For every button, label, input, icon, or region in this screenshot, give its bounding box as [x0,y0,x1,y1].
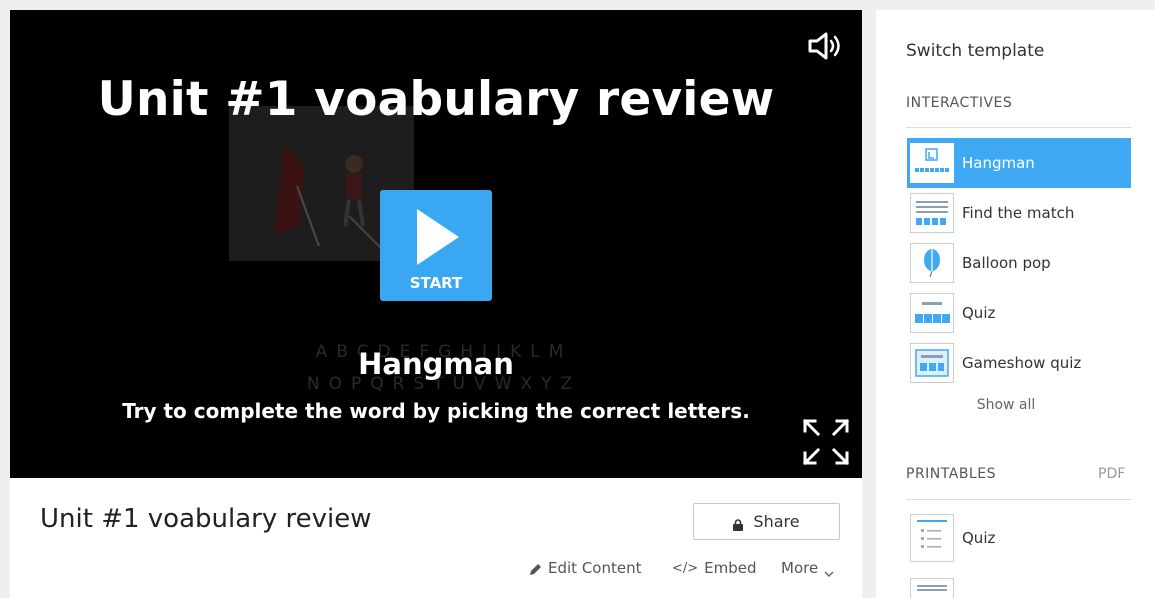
switch-template-title: Switch template [906,41,1045,61]
template-item-balloon-pop[interactable]: Balloon pop [907,238,1131,288]
template-label: Balloon pop [962,254,1051,272]
quiz-printable-icon [910,514,954,562]
find-the-match-icon [910,193,954,233]
code-icon: </> [672,560,699,576]
divider [906,127,1131,128]
template-label: Find the match [962,204,1075,222]
start-button[interactable]: START [380,190,492,301]
template-sidebar: Switch template INTERACTIVES Hangman Fin… [876,10,1155,598]
start-label: START [409,274,463,292]
lock-icon [733,516,744,531]
printable-item-partial[interactable] [910,578,954,598]
more-label: More [781,559,819,577]
template-item-gameshow-quiz[interactable]: Gameshow quiz [907,338,1131,388]
gameshow-icon [910,343,954,383]
play-icon [417,209,459,265]
pdf-label: PDF [1098,466,1126,482]
hangman-icon [910,143,954,183]
template-label: Gameshow quiz [962,354,1082,372]
game-player[interactable]: Unit #1 voabulary review START ABCDEFGHI… [10,10,862,478]
activity-info: Unit #1 voabulary review Share Edit Cont… [10,478,862,598]
embed-link[interactable]: </> Embed [672,559,757,577]
template-name: Hangman [358,347,514,381]
template-item-quiz[interactable]: Quiz [907,288,1131,338]
template-item-hangman[interactable]: Hangman [907,138,1131,188]
speaker-icon[interactable] [806,31,846,61]
interactives-header: INTERACTIVES [906,95,1013,111]
edit-content-link[interactable]: Edit Content [529,559,641,577]
wordsearch-printable-icon [910,578,954,598]
fullscreen-icon[interactable] [802,418,850,466]
show-all-link[interactable]: Show all [956,397,1056,413]
activity-title: Unit #1 voabulary review [40,504,372,534]
template-item-find-the-match[interactable]: Find the match [907,188,1131,238]
template-label: Quiz [962,304,996,322]
printables-header: PRINTABLES [906,466,996,482]
more-dropdown[interactable]: More [781,559,834,578]
balloon-icon [910,243,954,283]
game-title: Unit #1 voabulary review [97,72,775,127]
share-label: Share [753,512,800,531]
pencil-icon [529,562,542,575]
printable-item-quiz[interactable]: Quiz [910,514,995,562]
edit-content-label: Edit Content [548,559,642,577]
template-label: Hangman [962,154,1035,172]
share-button[interactable]: Share [693,503,840,540]
embed-label: Embed [704,559,757,577]
quiz-icon [910,293,954,333]
divider [906,499,1131,500]
chevron-down-icon [824,564,834,578]
printable-label: Quiz [962,529,996,547]
template-description: Try to complete the word by picking the … [122,399,750,423]
